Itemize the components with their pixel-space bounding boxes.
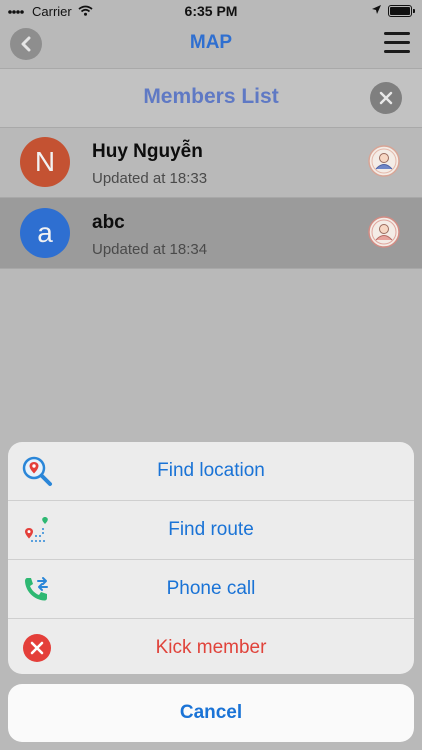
members-list-header: Members List bbox=[0, 68, 422, 128]
cancel-label: Cancel bbox=[179, 702, 243, 723]
cancel-button[interactable]: Cancel bbox=[8, 684, 414, 742]
member-name: Huy Nguyễn bbox=[92, 141, 203, 162]
kick-member-label: Kick member bbox=[155, 637, 267, 658]
member-updated-time: Updated at 18:34 bbox=[92, 241, 208, 258]
phone-call-action[interactable]: Phone call bbox=[8, 560, 414, 619]
members-list-title: Members List bbox=[143, 85, 279, 108]
location-arrow-icon bbox=[371, 3, 382, 18]
status-time: 6:35 PM bbox=[184, 3, 238, 19]
user-profile-icon[interactable] bbox=[368, 216, 400, 248]
avatar: a bbox=[20, 208, 70, 258]
hamburger-menu-icon[interactable] bbox=[384, 32, 410, 54]
phone-call-label: Phone call bbox=[166, 578, 256, 599]
find-location-label: Find location bbox=[157, 460, 265, 481]
battery-icon bbox=[388, 4, 415, 17]
avatar: N bbox=[20, 137, 70, 187]
member-name: abc bbox=[92, 212, 125, 233]
status-bar: Carrier 6:35 PM bbox=[0, 0, 422, 22]
close-icon bbox=[379, 91, 393, 105]
close-button[interactable] bbox=[370, 82, 402, 114]
user-profile-icon[interactable] bbox=[368, 145, 400, 177]
find-route-action[interactable]: Find route bbox=[8, 501, 414, 560]
member-row[interactable]: a abc Updated at 18:34 bbox=[0, 198, 422, 269]
page-title: MAP bbox=[189, 32, 233, 53]
kick-member-action[interactable]: Kick member bbox=[8, 619, 414, 674]
action-sheet: Find location Find route Phone call Kick… bbox=[8, 442, 414, 674]
members-list: N Huy Nguyễn Updated at 18:33 a abc Upda… bbox=[0, 127, 422, 269]
find-route-label: Find route bbox=[168, 519, 254, 540]
member-row[interactable]: N Huy Nguyễn Updated at 18:33 bbox=[0, 127, 422, 198]
nav-bar: MAP bbox=[0, 22, 422, 66]
status-right bbox=[371, 3, 415, 18]
member-updated-time: Updated at 18:33 bbox=[92, 170, 208, 187]
find-location-action[interactable]: Find location bbox=[8, 442, 414, 501]
